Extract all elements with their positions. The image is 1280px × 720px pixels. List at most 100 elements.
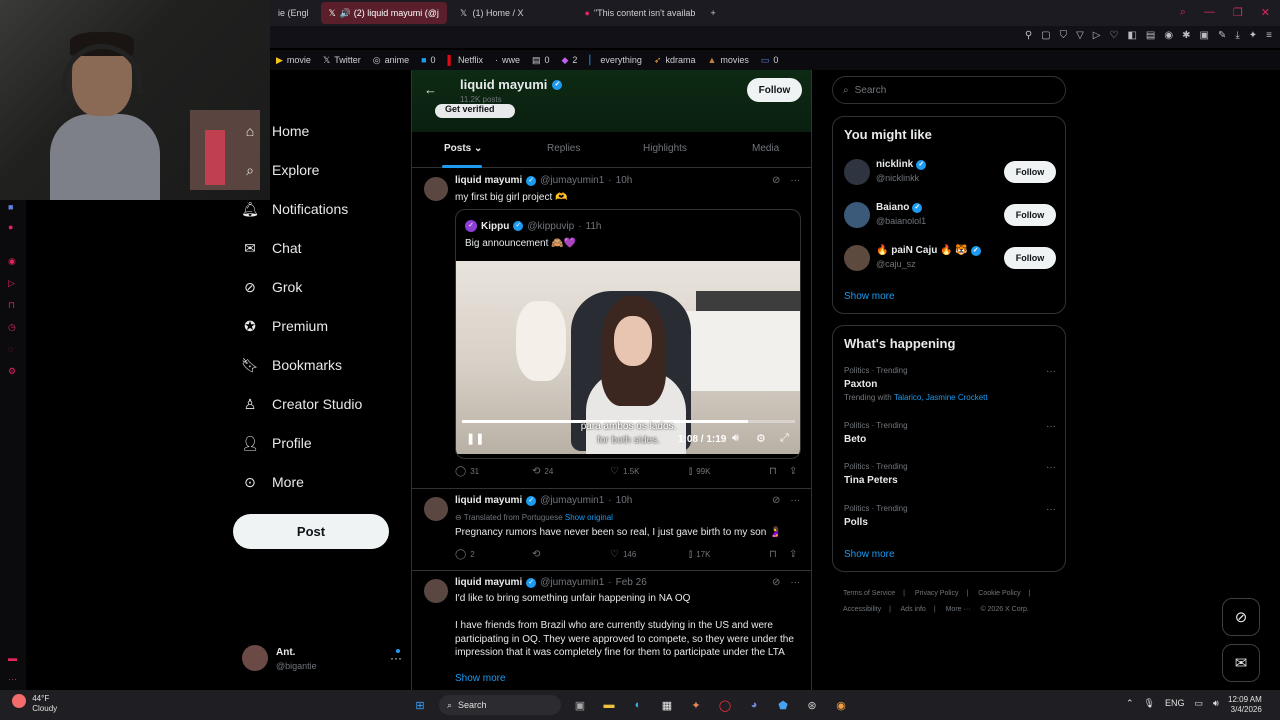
- views-button[interactable]: ⫾ 99K: [689, 466, 710, 477]
- trend-related-link[interactable]: Talarico, Jasmine Crockett: [894, 393, 988, 402]
- follow-button[interactable]: Follow: [1004, 204, 1056, 226]
- nav-item-home[interactable]: ⌂ Home: [242, 119, 310, 143]
- bookmark-item[interactable]: ▌ Netflix: [448, 55, 483, 65]
- nav-item-chat[interactable]: ✉ Chat: [242, 236, 301, 260]
- search-box[interactable]: ⌕: [832, 76, 1066, 104]
- nav-item-notifications[interactable]: 🔔︎ Notifications: [241, 197, 348, 221]
- share-button[interactable]: ⇪: [789, 549, 797, 560]
- trend-item[interactable]: Politics · Trending Beto ···: [844, 421, 1056, 445]
- microphone-icon[interactable]: 🎙︎: [1144, 698, 1155, 709]
- bookmark-item[interactable]: ▏ everything: [589, 55, 641, 66]
- language-indicator[interactable]: ENG: [1165, 698, 1185, 709]
- nav-item-profile[interactable]: 👤︎ Profile: [241, 431, 312, 455]
- bookmark-item[interactable]: ▭ 0: [761, 55, 779, 66]
- volume-icon[interactable]: 🔊︎: [732, 432, 739, 445]
- trend-item[interactable]: Politics · Trending Tina Peters ···: [844, 462, 1056, 486]
- follow-button[interactable]: Follow: [1004, 161, 1056, 183]
- like-button[interactable]: ♡ 146: [610, 549, 636, 560]
- grok-icon[interactable]: ⊘: [772, 577, 780, 588]
- more-icon[interactable]: ···: [8, 674, 18, 684]
- bookmark-item[interactable]: ■ 0: [421, 55, 435, 65]
- ai-icon[interactable]: ✦: [1249, 30, 1257, 41]
- get-verified-button[interactable]: Get verified: [435, 104, 515, 118]
- download-icon[interactable]: ⤓: [1235, 30, 1239, 41]
- tab-posts[interactable]: Posts ⌄: [444, 143, 482, 154]
- windows-start-icon[interactable]: ⊞: [410, 695, 430, 715]
- twitch-icon[interactable]: ▤: [1146, 30, 1155, 41]
- bookmark-item[interactable]: ▤ 0: [532, 55, 550, 66]
- chrome-icon[interactable]: ◉: [831, 695, 851, 715]
- sidebar-app-icon[interactable]: ●: [8, 222, 18, 232]
- bookmark-item[interactable]: ◆ 2: [562, 55, 578, 66]
- tweet[interactable]: liquid mayumi ✓ @jumayumin1 · Feb 26 ⊘ ··…: [412, 571, 811, 690]
- footer-link[interactable]: More ···: [946, 606, 971, 613]
- play-icon[interactable]: ▷: [1093, 30, 1101, 41]
- trend-item[interactable]: Politics · Trending Polls ···: [844, 504, 1056, 528]
- show-more-link[interactable]: Show more: [455, 672, 506, 686]
- fullscreen-icon[interactable]: ⤢: [780, 432, 789, 445]
- tab-replies[interactable]: Replies: [547, 143, 580, 154]
- grok-icon[interactable]: ⊘: [772, 175, 780, 186]
- tweet[interactable]: liquid mayumi ✓ @jumayumin1 · 10h ⊘ ··· m…: [412, 169, 811, 489]
- more-icon[interactable]: ···: [790, 175, 800, 186]
- reply-button[interactable]: ◯ 31: [455, 466, 479, 477]
- clock[interactable]: 12:09 AM 3/4/2026: [1228, 695, 1262, 715]
- footer-link[interactable]: Accessibility: [843, 606, 881, 613]
- bookmark-item[interactable]: ▲ movies: [707, 55, 748, 65]
- like-button[interactable]: ♡ 1.5K: [610, 466, 639, 477]
- tab-media[interactable]: Media: [752, 143, 779, 154]
- browser-tab[interactable]: ie (Engl: [270, 2, 317, 24]
- display-icon[interactable]: ▭: [1195, 698, 1204, 709]
- quoted-tweet[interactable]: ✓ Kippu ✓ @kippuvip · 11h Big announceme…: [455, 209, 801, 459]
- footer-link[interactable]: Ads info: [901, 606, 926, 613]
- tweet[interactable]: liquid mayumi ✓ @jumayumin1 · 10h ⊘ ··· ⊖…: [412, 489, 811, 571]
- chevron-up-icon[interactable]: ⌃: [1126, 698, 1134, 709]
- nav-item-creator-studio[interactable]: ♙ Creator Studio: [242, 392, 363, 416]
- minimize-icon[interactable]: —: [1204, 6, 1215, 19]
- extension-icon[interactable]: ◧: [1127, 30, 1136, 41]
- more-icon[interactable]: ···: [390, 651, 402, 665]
- new-tab-button[interactable]: +: [703, 2, 724, 24]
- video-player[interactable]: para ambos os lados. for both sides. ❚❚ …: [456, 261, 800, 454]
- avatar[interactable]: [424, 177, 448, 201]
- reply-button[interactable]: ◯ 2: [455, 549, 475, 560]
- bookmark-button[interactable]: ⊓: [769, 549, 777, 560]
- follow-button[interactable]: Follow: [747, 78, 802, 102]
- grok-icon[interactable]: ⊘: [772, 495, 780, 506]
- browser-tab[interactable]: ● "This content isn't availab: [577, 2, 703, 24]
- back-arrow-icon[interactable]: ←: [424, 82, 437, 97]
- pocket-icon[interactable]: ▽: [1076, 30, 1084, 41]
- repost-button[interactable]: ⟲ 24: [532, 466, 553, 477]
- sidebar-app-icon[interactable]: ■: [8, 202, 18, 212]
- pause-icon[interactable]: ❚❚: [466, 432, 484, 445]
- post-button[interactable]: Post: [233, 514, 389, 549]
- nav-item-more[interactable]: ⊙ More: [242, 470, 304, 494]
- more-icon[interactable]: ···: [1046, 366, 1056, 377]
- show-more-link[interactable]: Show more: [844, 291, 895, 302]
- avatar[interactable]: [424, 579, 448, 603]
- follow-button[interactable]: Follow: [1004, 247, 1056, 269]
- opera-icon[interactable]: ◯: [715, 695, 735, 715]
- share-button[interactable]: ⇪: [789, 466, 797, 477]
- bookmark-item[interactable]: ◎ anime: [373, 55, 409, 66]
- search-input[interactable]: [854, 84, 1035, 96]
- more-icon[interactable]: ···: [1046, 421, 1056, 432]
- more-icon[interactable]: ···: [790, 495, 800, 506]
- edge-icon[interactable]: ◐: [628, 695, 648, 715]
- app-icon[interactable]: ⬟: [773, 695, 793, 715]
- bookmark-item[interactable]: ▶ movie: [276, 55, 311, 66]
- browser-tab[interactable]: 𝕏 (1) Home / X: [451, 2, 577, 24]
- trend-item[interactable]: Politics · Trending Paxton Trending with…: [844, 366, 1056, 402]
- show-original-link[interactable]: Show original: [565, 513, 613, 522]
- avatar[interactable]: [424, 497, 448, 521]
- discord-icon[interactable]: ◕: [744, 695, 764, 715]
- pen-icon[interactable]: ✎: [1218, 30, 1226, 41]
- profile-icon[interactable]: ▣: [1200, 30, 1209, 41]
- weather-widget[interactable]: 44°F Cloudy: [12, 694, 57, 714]
- screenshot-icon[interactable]: ▢: [1041, 30, 1050, 41]
- suggestion-item[interactable]: 🔥 paiN Caju 🔥 🐯 ✓ @caju_sz Follow: [844, 243, 1056, 273]
- file-explorer-icon[interactable]: ▬: [599, 695, 619, 715]
- nav-item-grok[interactable]: ⊘ Grok: [242, 275, 302, 299]
- footer-link[interactable]: Terms of Service: [843, 590, 895, 597]
- suggestion-item[interactable]: Baiano ✓ @baianolol1 Follow: [844, 200, 1056, 230]
